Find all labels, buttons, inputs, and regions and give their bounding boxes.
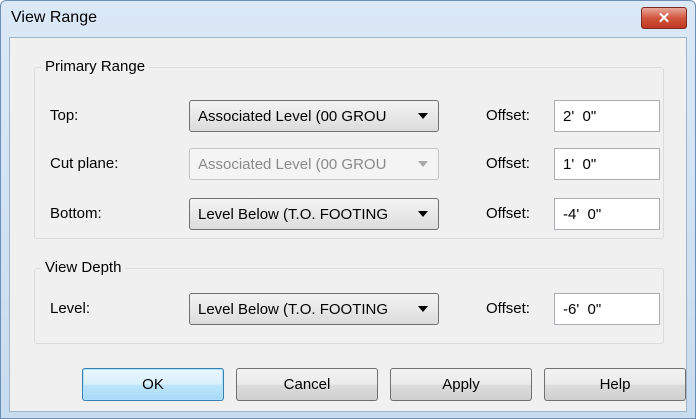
depth-offset-field[interactable]: -6' 0" — [554, 293, 660, 325]
cut-plane-offset-field[interactable]: 1' 0" — [554, 148, 660, 180]
bottom-offset-value: -4' 0" — [563, 206, 602, 223]
bottom-level-dropdown[interactable]: Level Below (T.O. FOOTING — [189, 198, 439, 230]
cut-plane-offset-label: Offset: — [486, 155, 530, 172]
top-offset-label: Offset: — [486, 107, 530, 124]
cut-plane-label: Cut plane: — [50, 155, 119, 172]
top-offset-field[interactable]: 2' 0" — [554, 100, 660, 132]
close-button[interactable]: ✕ — [641, 7, 687, 29]
chevron-down-icon — [418, 161, 428, 167]
depth-offset-label: Offset: — [486, 300, 530, 317]
depth-level-dropdown[interactable]: Level Below (T.O. FOOTING — [189, 293, 439, 325]
chevron-down-icon — [418, 306, 428, 312]
top-level-dropdown[interactable]: Associated Level (00 GROU — [189, 100, 439, 132]
chevron-down-icon — [418, 113, 428, 119]
view-depth-label: View Depth — [41, 259, 126, 276]
bottom-offset-field[interactable]: -4' 0" — [554, 198, 660, 230]
depth-level-value: Level Below (T.O. FOOTING — [198, 301, 389, 318]
level-label: Level: — [50, 300, 91, 317]
cut-plane-offset-value: 1' 0" — [563, 156, 597, 173]
apply-button[interactable]: Apply — [390, 368, 532, 401]
title-bar[interactable]: View Range ✕ — [1, 1, 695, 37]
top-offset-value: 2' 0" — [563, 108, 597, 125]
cut-plane-dropdown: Associated Level (00 GROU — [189, 148, 439, 180]
top-label: Top: — [50, 107, 79, 124]
view-range-dialog: View Range ✕ Primary Range Top: Associat… — [0, 0, 696, 419]
chevron-down-icon — [418, 211, 428, 217]
window-title: View Range — [11, 9, 97, 26]
cancel-button[interactable]: Cancel — [236, 368, 378, 401]
ok-button[interactable]: OK — [82, 368, 224, 401]
depth-offset-value: -6' 0" — [563, 301, 602, 318]
help-button[interactable]: Help — [544, 368, 686, 401]
bottom-offset-label: Offset: — [486, 205, 530, 222]
top-level-value: Associated Level (00 GROU — [198, 108, 387, 125]
cut-plane-value: Associated Level (00 GROU — [198, 156, 387, 173]
bottom-level-value: Level Below (T.O. FOOTING — [198, 206, 389, 223]
dialog-body: Primary Range Top: Associated Level (00 … — [9, 37, 687, 412]
bottom-label: Bottom: — [50, 205, 102, 222]
close-icon: ✕ — [657, 9, 671, 27]
primary-range-label: Primary Range — [41, 58, 150, 75]
